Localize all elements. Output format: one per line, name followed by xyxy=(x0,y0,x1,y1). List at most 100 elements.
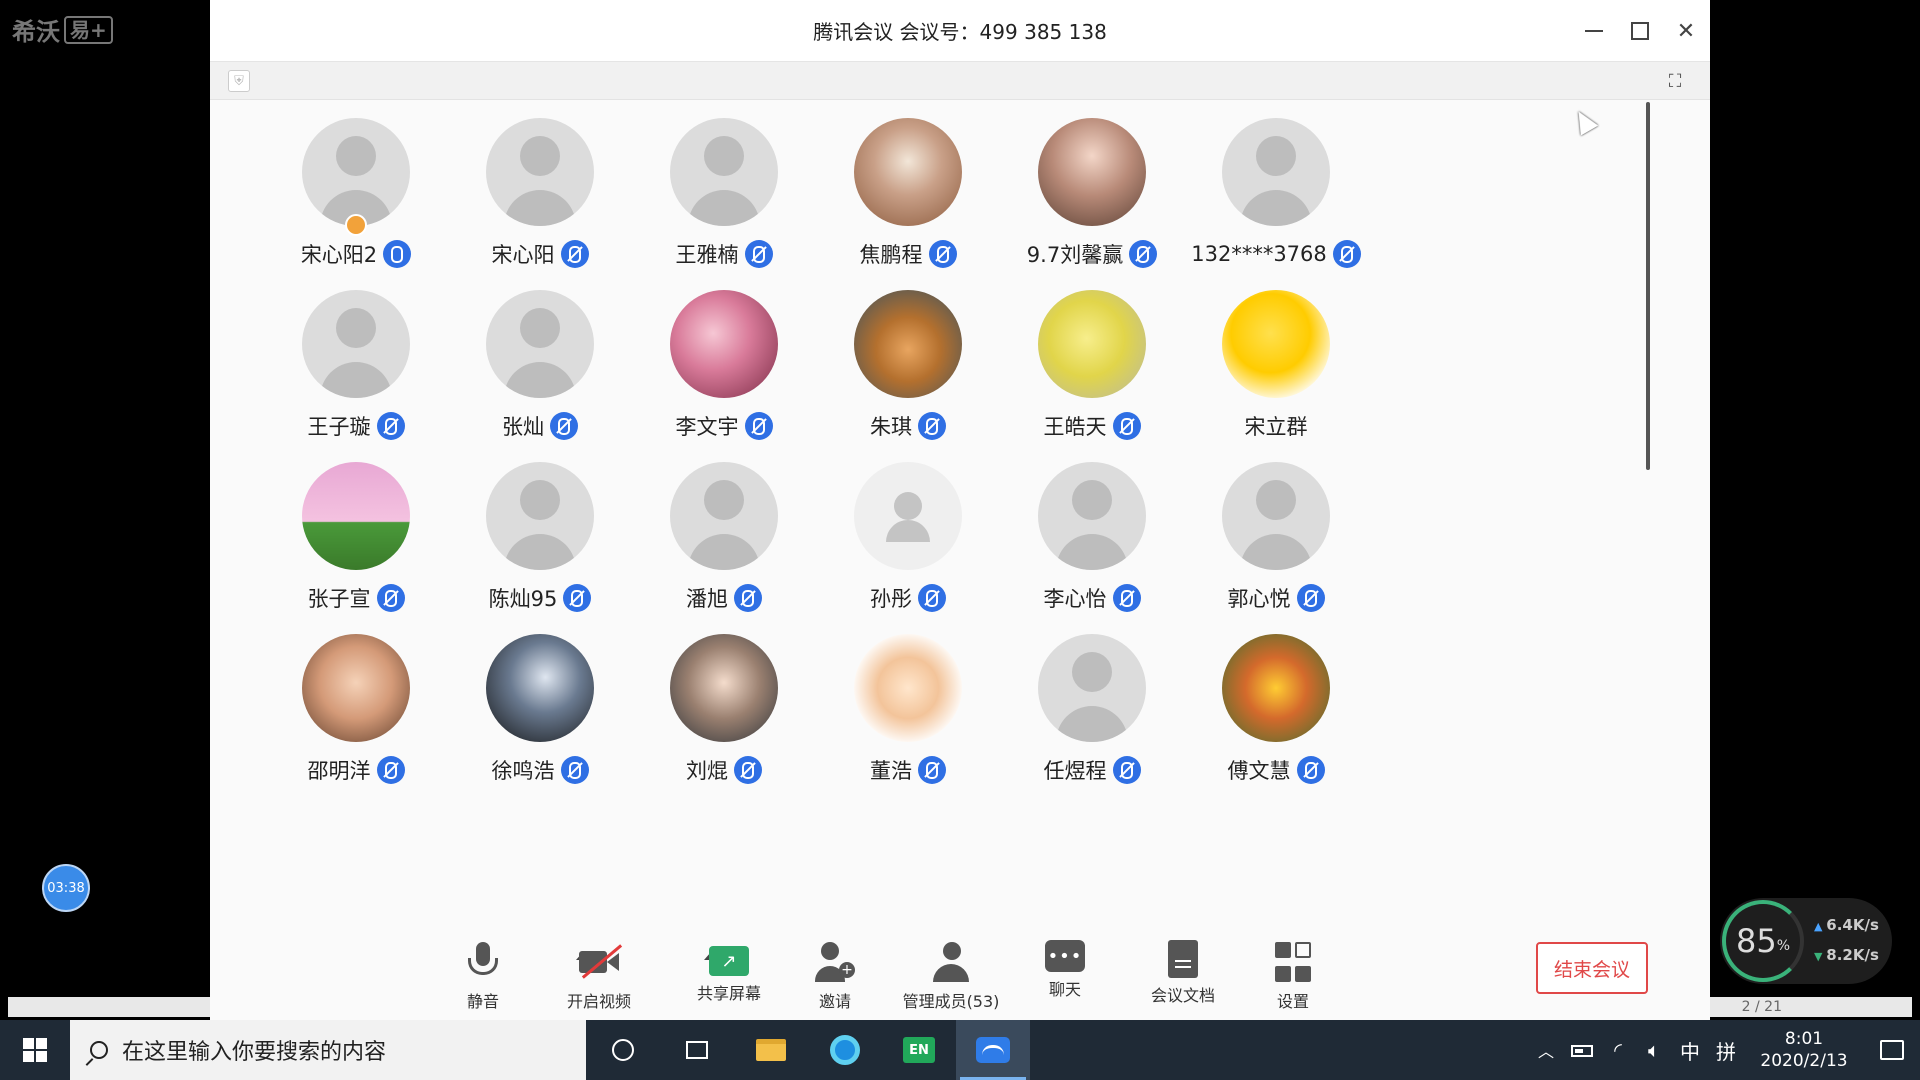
edge-icon xyxy=(830,1035,860,1065)
volume-icon[interactable]: 🔈︎ xyxy=(1636,1038,1672,1062)
invite-button[interactable]: 邀请 xyxy=(780,940,890,1012)
participant-tile[interactable]: 李心怡 xyxy=(992,462,1192,614)
wifi-icon[interactable]: ◜ xyxy=(1600,1038,1636,1062)
participant-tile[interactable]: 徐鸣浩 xyxy=(440,634,640,786)
share-screen-icon: ↗ xyxy=(709,946,749,976)
maximize-button[interactable] xyxy=(1630,21,1650,41)
windows-start-icon[interactable] xyxy=(0,1020,70,1080)
participant-tile[interactable]: 宋心阳 xyxy=(440,118,640,270)
settings-button[interactable]: 设置 xyxy=(1238,940,1348,1012)
manage-members-button[interactable]: 管理成员(53) xyxy=(896,940,1006,1012)
participant-name: 宋心阳 xyxy=(491,243,555,267)
participant-name: 张灿 xyxy=(502,415,544,439)
participant-tile[interactable]: 朱琪 xyxy=(808,290,1008,442)
ime-language-indicator[interactable]: 中 xyxy=(1672,1036,1708,1065)
mic-muted-icon xyxy=(1129,240,1158,268)
taskbar-search-box[interactable]: 在这里输入你要搜索的内容 xyxy=(70,1020,586,1080)
avatar xyxy=(1038,634,1146,742)
show-hidden-icons-chevron-icon[interactable]: ︿ xyxy=(1528,1038,1564,1062)
en-app-icon: EN xyxy=(903,1037,935,1063)
avatar xyxy=(302,462,410,570)
participant-tile[interactable]: 陈灿95 xyxy=(440,462,640,614)
mute-button[interactable]: 静音 xyxy=(428,940,538,1012)
participant-tile[interactable]: 郭心悦 xyxy=(1176,462,1376,614)
avatar xyxy=(486,118,594,226)
background-page-indicator: 2 / 21 xyxy=(1741,999,1782,1015)
participant-name: 李文宇 xyxy=(675,415,739,439)
start-video-button[interactable]: 开启视频 xyxy=(544,940,654,1012)
participant-tile[interactable]: 董浩 xyxy=(808,634,1008,786)
participant-name: 任煜程 xyxy=(1043,759,1107,783)
mic-muted-icon xyxy=(376,584,405,612)
invite-label: 邀请 xyxy=(818,992,851,1011)
fullscreen-icon[interactable]: ⛶ xyxy=(1664,70,1686,92)
participant-tile[interactable]: 宋立群 xyxy=(1176,290,1376,442)
minimize-button[interactable] xyxy=(1584,21,1604,41)
windows-taskbar: 在这里输入你要搜索的内容 EN ︿ ◜ 🔈︎ 中 拼 8:01 2020/2/1… xyxy=(0,1020,1920,1080)
shield-icon[interactable]: ⛨ xyxy=(228,70,250,92)
edge-browser-button[interactable] xyxy=(808,1020,882,1080)
avatar xyxy=(302,290,410,398)
watermark-text: 希沃 xyxy=(12,18,60,46)
mic-muted-icon xyxy=(734,584,762,612)
participant-tile[interactable]: 宋心阳2 xyxy=(256,118,456,270)
mic-on-icon xyxy=(383,240,412,268)
participant-tile[interactable]: 李文宇 xyxy=(624,290,824,442)
participant-tile[interactable]: 王子璇 xyxy=(256,290,456,442)
participant-tile[interactable]: 132****3768 xyxy=(1176,118,1376,270)
docs-label: 会议文档 xyxy=(1150,986,1215,1005)
members-label: 管理成员(53) xyxy=(902,992,1000,1011)
share-screen-button[interactable]: ↗ 共享屏幕 xyxy=(674,940,784,1004)
chat-button[interactable]: ••• 聊天 xyxy=(1010,940,1120,1000)
participant-tile[interactable]: 焦鹏程 xyxy=(808,118,1008,270)
mic-muted-icon xyxy=(918,584,946,612)
mic-muted-icon xyxy=(918,756,946,784)
mute-label: 静音 xyxy=(466,992,499,1011)
participant-name: 董浩 xyxy=(870,759,912,783)
action-center-button[interactable] xyxy=(1864,1020,1920,1080)
participant-tile[interactable]: 王雅楠 xyxy=(624,118,824,270)
participant-tile[interactable]: 刘焜 xyxy=(624,634,824,786)
participant-tile[interactable]: 傅文慧 xyxy=(1176,634,1376,786)
clock-time: 8:01 xyxy=(1784,1029,1824,1049)
cortana-button[interactable] xyxy=(586,1020,660,1080)
participant-name: 宋立群 xyxy=(1244,415,1308,439)
chat-label: 聊天 xyxy=(1048,980,1081,999)
task-view-icon xyxy=(686,1041,708,1059)
floating-timer[interactable]: 03:38 xyxy=(42,864,90,912)
participant-name: 王皓天 xyxy=(1043,415,1107,439)
participant-tile[interactable]: 邵明洋 xyxy=(256,634,456,786)
participant-name: 朱琪 xyxy=(870,415,912,439)
end-meeting-button[interactable]: 结束会议 xyxy=(1536,942,1648,994)
participant-tile[interactable]: 张子宣 xyxy=(256,462,456,614)
close-button[interactable]: ✕ xyxy=(1676,19,1696,44)
tencent-meeting-taskbar-button[interactable] xyxy=(956,1020,1030,1080)
title-bar[interactable]: 腾讯会议 会议号：499 385 138 ✕ xyxy=(210,0,1710,62)
participant-tile[interactable]: 任煜程 xyxy=(992,634,1192,786)
file-explorer-button[interactable] xyxy=(734,1020,808,1080)
invite-user-icon xyxy=(813,940,857,984)
taskbar-clock[interactable]: 8:01 2020/2/13 xyxy=(1744,1028,1864,1072)
battery-icon[interactable] xyxy=(1564,1038,1600,1062)
search-placeholder: 在这里输入你要搜索的内容 xyxy=(122,1040,387,1065)
participant-tile[interactable]: 王皓天 xyxy=(992,290,1192,442)
participant-tile[interactable]: 张灿 xyxy=(440,290,640,442)
search-icon xyxy=(90,1041,108,1059)
video-label: 开启视频 xyxy=(566,992,631,1011)
task-view-button[interactable] xyxy=(660,1020,734,1080)
scrollbar[interactable] xyxy=(1646,102,1650,470)
usage-percent-sign: % xyxy=(1776,938,1791,954)
meeting-docs-button[interactable]: 会议文档 xyxy=(1128,940,1238,1006)
participant-tile[interactable]: 孙彤 xyxy=(808,462,1008,614)
ime-mode-indicator[interactable]: 拼 xyxy=(1708,1036,1744,1065)
participant-tile[interactable]: 潘旭 xyxy=(624,462,824,614)
upload-rate: 6.4K/s xyxy=(1814,911,1879,941)
meeting-window: 腾讯会议 会议号：499 385 138 ✕ ⛨ ⛶ 宋心阳2 宋心阳 王雅楠 焦鹏程… xyxy=(210,0,1710,1020)
participant-name: 邵明洋 xyxy=(307,759,371,783)
en-app-button[interactable]: EN xyxy=(882,1020,956,1080)
network-speed-widget[interactable]: 85% 6.4K/s 8.2K/s xyxy=(1720,898,1892,984)
participant-name: 王子璇 xyxy=(307,415,371,439)
avatar xyxy=(302,634,410,742)
avatar xyxy=(854,634,962,742)
participant-tile[interactable]: 9.7刘馨赢 xyxy=(992,118,1192,270)
